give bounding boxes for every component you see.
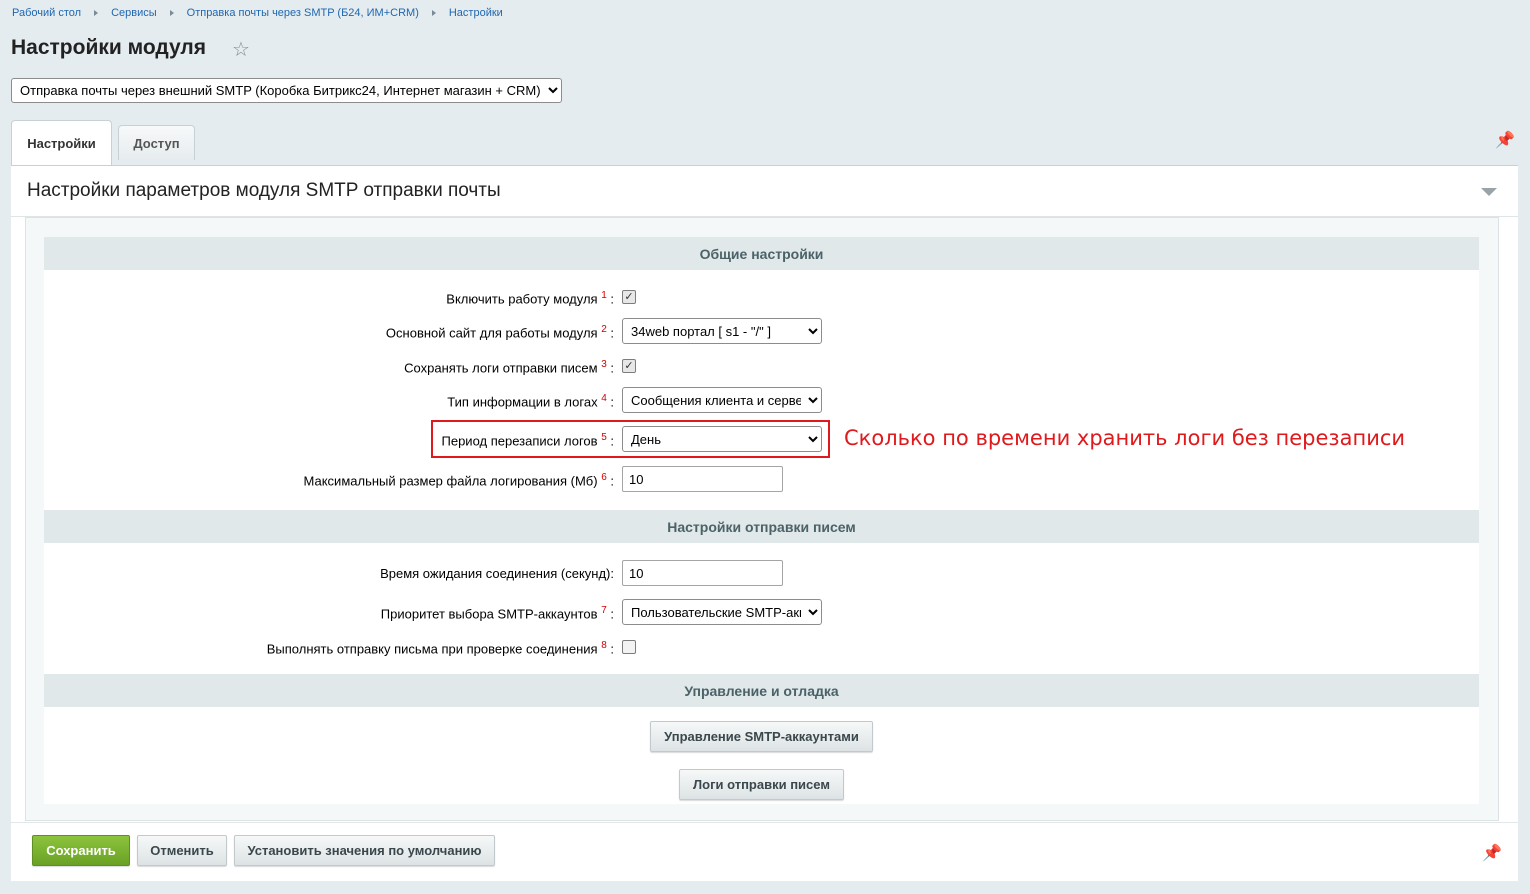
- tab-settings[interactable]: Настройки: [11, 120, 112, 166]
- timeout-input[interactable]: [622, 560, 783, 586]
- footer-divider: [11, 822, 1518, 823]
- breadcrumb-separator-icon: [94, 10, 99, 16]
- label-log-info-type: Тип информации в логах 4 :: [447, 393, 614, 410]
- section-general: Общие настройки: [44, 237, 1479, 270]
- log-info-type-select[interactable]: Сообщения клиента и сервера: [622, 387, 822, 413]
- breadcrumb: Рабочий стол Сервисы Отправка почты чере…: [12, 7, 503, 19]
- label-log-period: Период перезаписи логов 5 :: [441, 432, 615, 449]
- label-timeout: Время ожидания соединения (секунд):: [380, 566, 614, 581]
- save-logs-checkbox[interactable]: ✓: [622, 359, 636, 373]
- cancel-button[interactable]: Отменить: [137, 835, 227, 866]
- breadcrumb-separator-icon: [431, 10, 436, 16]
- label-enable-module: Включить работу модуля 1 :: [446, 290, 614, 307]
- pin-icon[interactable]: 📌: [1482, 843, 1502, 863]
- label-save-logs: Сохранять логи отправки писем 3 :: [404, 359, 614, 376]
- tab-access[interactable]: Доступ: [118, 125, 195, 160]
- page-title: Настройки модуля: [11, 36, 207, 59]
- section-sending: Настройки отправки писем: [44, 510, 1479, 543]
- enable-module-checkbox[interactable]: ✓: [622, 290, 636, 304]
- panel-title: Настройки параметров модуля SMTP отправк…: [27, 180, 501, 201]
- breadcrumb-settings[interactable]: Настройки: [449, 7, 503, 19]
- breadcrumb-smtp-module[interactable]: Отправка почты через SMTP (Б24, ИМ+CRM): [187, 7, 419, 19]
- label-smtp-priority: Приоритет выбора SMTP-аккаунтов 7 :: [380, 605, 614, 622]
- send-on-check-checkbox[interactable]: [622, 640, 636, 654]
- save-button[interactable]: Сохранить: [32, 835, 130, 866]
- section-management: Управление и отладка: [44, 674, 1479, 707]
- star-icon[interactable]: ☆: [232, 40, 250, 60]
- annotation-text: Сколько по времени хранить логи без пере…: [844, 426, 1406, 450]
- max-log-size-input[interactable]: [622, 466, 783, 492]
- breadcrumb-services[interactable]: Сервисы: [111, 7, 157, 19]
- manage-smtp-accounts-button[interactable]: Управление SMTP-аккаунтами: [650, 721, 873, 752]
- label-main-site: Основной сайт для работы модуля 2 :: [385, 324, 614, 341]
- main-site-select[interactable]: 34web портал [ s1 - "/" ]: [622, 318, 822, 344]
- collapse-arrow-icon[interactable]: [1481, 188, 1497, 196]
- breadcrumb-desktop[interactable]: Рабочий стол: [12, 7, 81, 19]
- breadcrumb-separator-icon: [169, 10, 174, 16]
- label-send-on-check: Выполнять отправку письма при проверке с…: [266, 640, 614, 657]
- smtp-priority-select[interactable]: Пользовательские SMTP-аккаунты: [622, 599, 822, 625]
- label-max-log-size: Максимальный размер файла логирования (М…: [303, 472, 614, 489]
- pin-icon[interactable]: 📌: [1495, 130, 1515, 150]
- module-select[interactable]: Отправка почты через внешний SMTP (Короб…: [11, 78, 562, 103]
- log-period-select[interactable]: День: [622, 426, 822, 452]
- send-logs-button[interactable]: Логи отправки писем: [679, 769, 844, 800]
- set-defaults-button[interactable]: Установить значения по умолчанию: [234, 835, 495, 866]
